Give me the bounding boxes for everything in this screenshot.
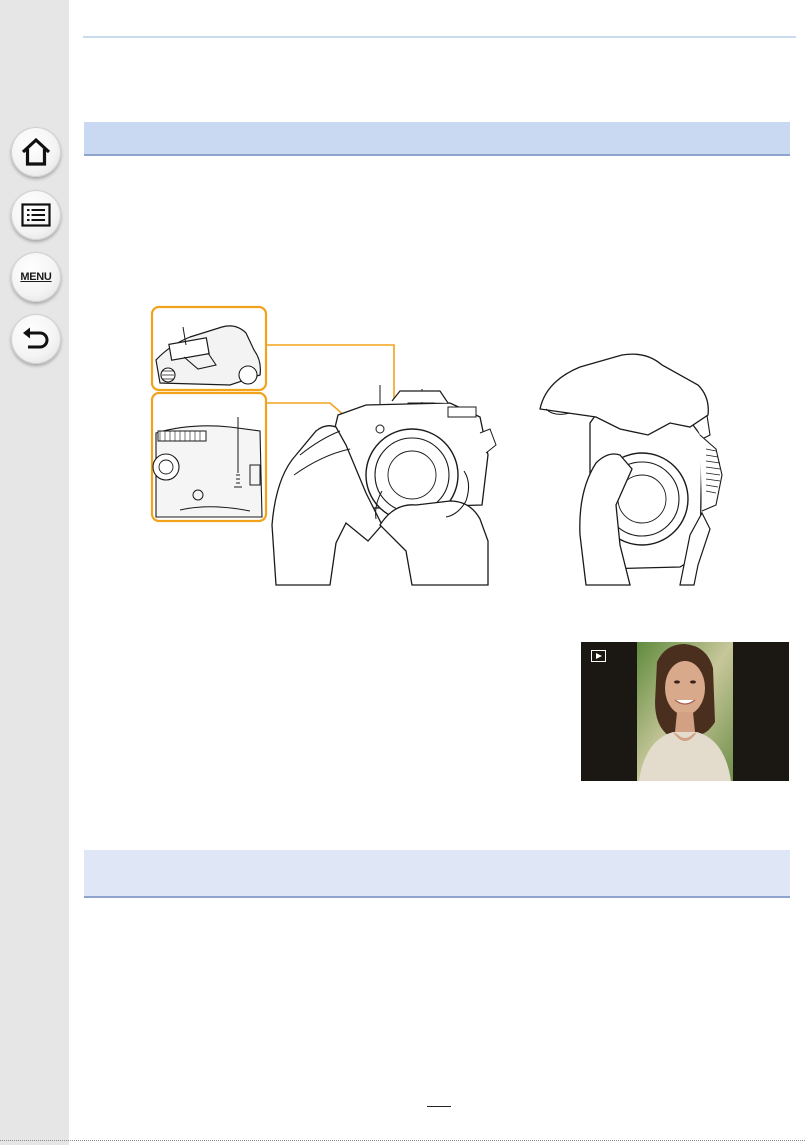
section-header-2: [84, 850, 790, 898]
section-header: [84, 122, 790, 156]
menu-button[interactable]: MENU: [11, 252, 61, 302]
playback-photo: [581, 642, 789, 781]
flash-callout: [150, 305, 268, 392]
menu-label: MENU: [20, 271, 52, 283]
home-button[interactable]: [11, 127, 61, 177]
camera-held-landscape: [271, 390, 497, 586]
back-button[interactable]: [11, 314, 61, 364]
bottom-border: [0, 1140, 805, 1141]
top-rule: [83, 36, 796, 38]
contents-button[interactable]: [11, 190, 61, 240]
page-number-line: [427, 1106, 451, 1107]
list-icon: [21, 203, 51, 227]
portrait-image: [581, 642, 789, 781]
camera-handling-illustration: [150, 305, 723, 586]
back-arrow-icon: [23, 327, 49, 349]
home-icon: [21, 137, 51, 166]
camera-held-portrait: [539, 353, 723, 586]
navigation-sidebar: MENU: [0, 0, 69, 1145]
speaker-callout: [150, 391, 268, 523]
playback-icon: [591, 650, 606, 662]
